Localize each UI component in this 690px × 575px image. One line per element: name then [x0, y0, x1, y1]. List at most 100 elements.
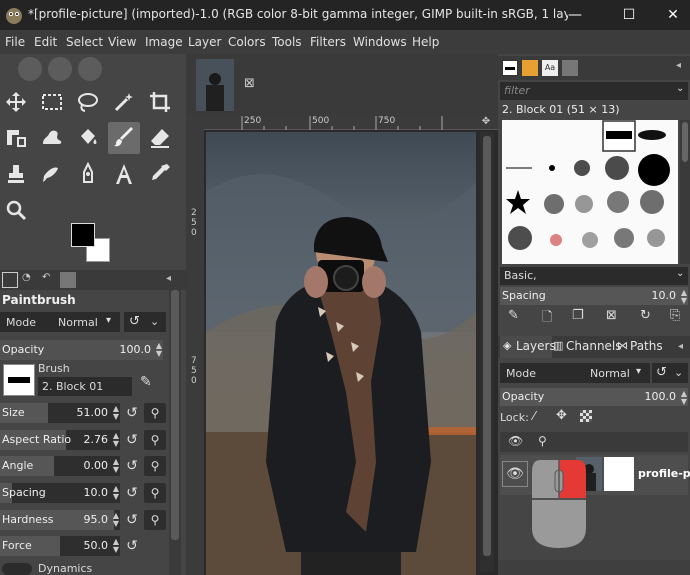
- brush-preview[interactable]: [3, 364, 35, 396]
- close-button[interactable]: ✕: [650, 0, 690, 30]
- menu-colors[interactable]: Colors: [228, 35, 266, 49]
- dock-menu-icon[interactable]: ◂: [678, 341, 683, 352]
- layer-mode-dropdown[interactable]: Mode Normal ▾: [500, 363, 650, 383]
- canvas-vertical-scrollbar[interactable]: [480, 132, 494, 572]
- edit-brush-icon[interactable]: ✎: [508, 308, 519, 323]
- spin-arrows-icon[interactable]: ▲ ▼: [113, 485, 119, 501]
- menu-edit[interactable]: Edit: [34, 35, 57, 49]
- tool-options-scrollbar[interactable]: [169, 290, 181, 575]
- color-picker-tool-icon[interactable]: [144, 158, 176, 190]
- spin-arrows-icon[interactable]: ▲ ▼: [681, 289, 687, 305]
- layer-mode-reset-button[interactable]: ↺ ⌄: [652, 363, 688, 383]
- edit-brush-icon[interactable]: ✎: [140, 374, 152, 390]
- document-history-tab-icon[interactable]: [562, 60, 578, 76]
- duplicate-brush-icon[interactable]: ❐: [572, 308, 584, 323]
- hardness-reset-icon[interactable]: ↺: [122, 510, 142, 530]
- lock-position-icon[interactable]: ✥: [556, 408, 567, 423]
- rect-select-tool-icon[interactable]: [36, 86, 68, 118]
- fonts-tab-icon[interactable]: Aa: [542, 60, 558, 76]
- text-tool-icon[interactable]: [108, 158, 140, 190]
- device-status-tab-icon[interactable]: ◔: [22, 272, 38, 288]
- mode-dropdown[interactable]: Mode Normal ▾: [0, 312, 120, 332]
- menu-filters[interactable]: Filters: [310, 35, 346, 49]
- opacity-slider[interactable]: Opacity 100.0 ▲ ▼: [0, 340, 163, 360]
- hardness-slider[interactable]: Hardness 95.0 ▲ ▼: [0, 510, 120, 530]
- spin-arrows-icon[interactable]: ▲ ▼: [156, 342, 162, 358]
- layer-row[interactable]: 👁 profile-pic: [500, 455, 690, 495]
- zoom-tool-icon[interactable]: [0, 194, 32, 226]
- undo-history-tab-icon[interactable]: ↶: [42, 272, 58, 288]
- tab-paths[interactable]: ⋈ Paths: [616, 336, 676, 358]
- hardness-link-icon[interactable]: ⚲: [144, 510, 166, 530]
- menu-view[interactable]: View: [108, 35, 136, 49]
- close-image-icon[interactable]: ⊠: [244, 76, 255, 91]
- brush-tag-input[interactable]: Basic, ⌄: [500, 267, 688, 285]
- dynamics-toggle[interactable]: [2, 563, 32, 575]
- aspect-ratio-slider[interactable]: Aspect Ratio 2.76 ▲ ▼: [0, 430, 120, 450]
- navigate-icon[interactable]: ✥: [478, 116, 494, 130]
- size-reset-icon[interactable]: ↺: [122, 403, 142, 423]
- fuzzy-select-tool-icon[interactable]: [108, 86, 140, 118]
- layer-visibility-eye-icon[interactable]: 👁: [502, 461, 528, 487]
- dock-menu-icon[interactable]: ◂: [166, 273, 171, 284]
- lock-pixels-icon[interactable]: ⁄: [533, 409, 535, 423]
- force-slider[interactable]: Force 50.0 ▲ ▼: [0, 536, 120, 556]
- menu-image[interactable]: Image: [145, 35, 183, 49]
- move-tool-icon[interactable]: [0, 86, 32, 118]
- image-canvas[interactable]: [206, 132, 476, 575]
- crop-tool-icon[interactable]: [144, 86, 176, 118]
- transform-tool-icon[interactable]: [0, 122, 32, 154]
- bucket-fill-tool-icon[interactable]: [72, 122, 104, 154]
- refresh-brushes-icon[interactable]: ↻: [640, 308, 651, 323]
- brushes-tab-icon[interactable]: [502, 60, 518, 76]
- patterns-tab-icon[interactable]: [522, 60, 538, 76]
- spin-arrows-icon[interactable]: ▲ ▼: [113, 512, 119, 528]
- spin-arrows-icon[interactable]: ▲ ▼: [113, 538, 119, 554]
- eraser-tool-icon[interactable]: [144, 122, 176, 154]
- aspect-link-icon[interactable]: ⚲: [144, 430, 166, 450]
- clone-tool-icon[interactable]: [0, 158, 32, 190]
- menu-tools[interactable]: Tools: [272, 35, 302, 49]
- brush-grid-scrollbar[interactable]: [680, 120, 690, 264]
- aspect-reset-icon[interactable]: ↺: [122, 430, 142, 450]
- tab-channels[interactable]: ▥ Channels: [552, 336, 622, 358]
- maximize-button[interactable]: ☐: [606, 0, 652, 30]
- delete-brush-icon[interactable]: ⊠: [606, 308, 617, 323]
- spin-arrows-icon[interactable]: ▲ ▼: [113, 458, 119, 474]
- image-thumbnail[interactable]: [196, 59, 234, 111]
- menu-file[interactable]: File: [5, 35, 25, 49]
- paintbrush-tool-icon[interactable]: [108, 122, 140, 154]
- dock-menu-icon[interactable]: ◂: [676, 60, 681, 71]
- force-reset-icon[interactable]: ↺: [122, 536, 142, 556]
- foreground-color-swatch[interactable]: [71, 223, 95, 247]
- brush-filter-input[interactable]: filter ⌄: [500, 82, 688, 100]
- menu-select[interactable]: Select: [66, 35, 103, 49]
- menu-layer[interactable]: Layer: [188, 35, 221, 49]
- tab-layers[interactable]: ◈ Layers: [500, 336, 556, 358]
- paths-tool-icon[interactable]: [72, 158, 104, 190]
- size-slider[interactable]: Size 51.00 ▲ ▼: [0, 403, 120, 423]
- size-link-icon[interactable]: ⚲: [144, 403, 166, 423]
- spin-arrows-icon[interactable]: ▲ ▼: [681, 390, 687, 406]
- brush-grid[interactable]: [502, 120, 678, 264]
- spacing-reset-icon[interactable]: ↺: [122, 483, 142, 503]
- images-tab-icon[interactable]: [60, 272, 76, 288]
- warp-tool-icon[interactable]: [36, 122, 68, 154]
- lasso-tool-icon[interactable]: [72, 86, 104, 118]
- angle-slider[interactable]: Angle 0.00 ▲ ▼: [0, 456, 120, 476]
- spin-arrows-icon[interactable]: ▲ ▼: [113, 432, 119, 448]
- menu-help[interactable]: Help: [412, 35, 439, 49]
- minimize-button[interactable]: —: [552, 0, 598, 30]
- layer-opacity-slider[interactable]: Opacity 100.0 ▲ ▼: [500, 388, 688, 406]
- angle-reset-icon[interactable]: ↺: [122, 456, 142, 476]
- smudge-tool-icon[interactable]: [36, 158, 68, 190]
- tool-options-tab-icon[interactable]: [2, 272, 18, 288]
- mode-reset-button[interactable]: ↺ ⌄: [124, 312, 166, 332]
- new-brush-icon[interactable]: 🗋: [542, 308, 552, 330]
- angle-link-icon[interactable]: ⚲: [144, 456, 166, 476]
- layer-name[interactable]: profile-pic: [638, 467, 690, 480]
- brush-name-field[interactable]: 2. Block 01: [38, 377, 132, 396]
- spin-arrows-icon[interactable]: ▲ ▼: [113, 405, 119, 421]
- spacing-link-icon[interactable]: ⚲: [144, 483, 166, 503]
- lock-alpha-icon[interactable]: [580, 410, 592, 422]
